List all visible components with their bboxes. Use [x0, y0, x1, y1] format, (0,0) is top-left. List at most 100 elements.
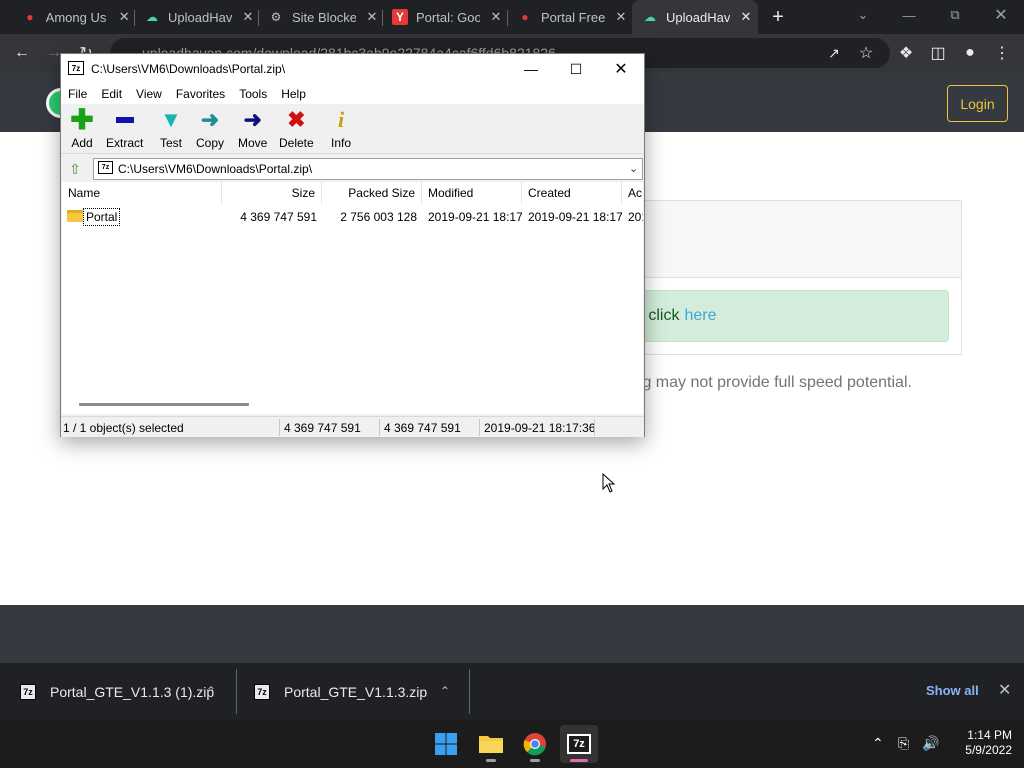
move-button[interactable]: ➜ Move [238, 108, 268, 151]
windows-taskbar [0, 720, 1024, 768]
share-button[interactable]: ↗ [820, 39, 848, 67]
close-icon: ✕ [994, 7, 1008, 24]
tab-title: Among Us [45, 9, 107, 25]
chrome-taskbar-button[interactable] [516, 725, 554, 763]
extract-button[interactable]: Extract [106, 108, 143, 150]
browser-tab-portal-free[interactable]: ● Portal Free ✕ [511, 0, 629, 34]
menu-tools[interactable]: Tools [232, 87, 274, 101]
download-item-2[interactable]: 7z Portal_GTE_V1.1.3.zip [254, 663, 469, 720]
test-label: Test [159, 136, 182, 150]
move-label: Move [238, 136, 268, 150]
tab-title: Site Blocked [292, 9, 356, 25]
extract-icon [112, 108, 138, 132]
bookmark-button[interactable]: ☆ [852, 39, 880, 67]
close-icon[interactable]: ✕ [738, 9, 754, 25]
menu-edit[interactable]: Edit [94, 87, 129, 101]
sevenzip-titlebar[interactable]: 7z C:\Users\VM6\Downloads\Portal.zip\ — … [61, 54, 644, 84]
menu-favorites[interactable]: Favorites [169, 87, 232, 101]
chevron-up-icon[interactable]: ⌃ [206, 684, 216, 698]
chevron-down-icon[interactable]: ⌄ [629, 162, 638, 175]
close-download-bar-icon[interactable]: ✕ [998, 680, 1011, 700]
column-header-size[interactable]: Size [222, 182, 322, 204]
extensions-button[interactable]: ❖ [892, 39, 920, 67]
among-us-red-icon: ● [521, 10, 529, 24]
login-label: Login [960, 95, 995, 112]
download-bar: 7z Portal_GTE_V1.1.3 (1).zip ⌃ 7z Portal… [0, 663, 1024, 720]
copy-button[interactable]: ➜ Copy [196, 108, 225, 151]
tab-title: UploadHaven [666, 9, 730, 25]
column-header-created[interactable]: Created [522, 182, 622, 204]
uploadhaven-cloud-icon: ☁ [146, 10, 158, 24]
column-header-name[interactable]: Name [62, 182, 222, 204]
folder-icon [67, 210, 83, 222]
close-icon[interactable]: ✕ [240, 9, 256, 25]
chevron-up-icon[interactable]: ⌃ [440, 684, 450, 698]
menu-view[interactable]: View [129, 87, 169, 101]
extract-label: Extract [106, 136, 144, 150]
windows-start-button[interactable] [427, 725, 465, 763]
close-icon[interactable]: ✕ [364, 9, 380, 25]
column-header-packed-size[interactable]: Packed Size [322, 182, 422, 204]
file-explorer-taskbar-button[interactable] [472, 725, 510, 763]
sevenzip-close-button[interactable]: ✕ [598, 54, 644, 84]
column-header-accessed[interactable]: Ac [622, 182, 643, 204]
taskbar-active-indicator [570, 759, 588, 762]
folder-up-icon[interactable]: ⇧ [65, 159, 85, 179]
download-card-header [600, 200, 962, 278]
file-modified: 2019-09-21 18:17 [428, 210, 522, 224]
scrollbar-thumb[interactable] [79, 403, 249, 406]
menu-button[interactable]: ⋮ [988, 39, 1016, 67]
close-icon: ✕ [614, 61, 628, 78]
new-tab-button[interactable]: + [764, 0, 792, 34]
kebab-menu-icon: ⋮ [994, 45, 1010, 62]
delete-button[interactable]: ✖ Delete [279, 108, 314, 151]
sevenzip-minimize-button[interactable]: — [508, 54, 554, 84]
download-alert: t, click here [630, 290, 949, 342]
column-header-modified[interactable]: Modified [422, 182, 522, 204]
volume-icon[interactable]: 🔊 [922, 735, 939, 752]
info-icon: i [337, 107, 345, 132]
browser-tab-site-blocked[interactable]: ⚙ Site Blocked ✕ [262, 0, 380, 34]
close-icon[interactable]: ✕ [613, 9, 629, 25]
info-button[interactable]: i Info [328, 107, 354, 151]
close-icon[interactable]: ✕ [116, 9, 132, 25]
download-item-1[interactable]: 7z Portal_GTE_V1.1.3 (1).zip [20, 663, 235, 720]
browser-restore-button[interactable]: ⧉ [932, 0, 978, 30]
network-icon[interactable]: ⎘ [898, 735, 909, 752]
profile-button[interactable]: ● [956, 39, 984, 67]
star-icon: ☆ [858, 45, 874, 62]
side-panel-button[interactable]: ◫ [924, 39, 952, 67]
copy-label: Copy [196, 136, 225, 150]
menu-help[interactable]: Help [274, 87, 313, 101]
sevenzip-title: C:\Users\VM6\Downloads\Portal.zip\ [91, 62, 286, 76]
close-icon[interactable]: ✕ [488, 9, 504, 25]
status-packed: 4 369 747 591 [384, 421, 461, 435]
browser-minimize-button[interactable]: — [886, 0, 932, 30]
file-packed-size: 2 756 003 128 [340, 210, 417, 224]
alert-here-link[interactable]: here [684, 307, 716, 325]
back-button[interactable]: ← [8, 39, 36, 67]
add-button[interactable]: ✚ Add [69, 106, 95, 151]
sevenzip-maximize-button[interactable]: ☐ [553, 54, 599, 84]
test-button[interactable]: ▼ Test [158, 108, 184, 151]
browser-tab-portal-goo[interactable]: Y Portal: Goo ✕ [386, 0, 504, 34]
login-button[interactable]: Login [947, 85, 1008, 122]
sevenzip-taskbar-button[interactable]: 7z [560, 725, 598, 763]
restore-icon: ⧉ [950, 7, 960, 22]
browser-tab-uploadhaven-1[interactable]: ☁ UploadHaven ✕ [138, 0, 256, 34]
uploadhaven-cloud-icon: ☁ [644, 10, 656, 24]
show-all-downloads-link[interactable]: Show all [926, 683, 979, 698]
clock-date: 5/9/2022 [965, 743, 1012, 757]
show-hidden-icons-chevron-icon[interactable]: ⌃ [872, 735, 884, 752]
taskbar-clock[interactable]: 1:14 PM 5/9/2022 [946, 728, 1012, 758]
browser-close-button[interactable]: ✕ [978, 0, 1024, 30]
info-label: Info [330, 136, 351, 150]
status-selection: 1 / 1 object(s) selected [63, 421, 184, 435]
menu-file[interactable]: File [61, 87, 94, 101]
browser-tab-uploadhaven-active[interactable]: ☁ UploadHaven ✕ [632, 0, 758, 34]
browser-tab-among-us[interactable]: ● Among Us ✕ [14, 0, 132, 34]
sevenzip-address-bar[interactable]: C:\Users\VM6\Downloads\Portal.zip\ [93, 158, 643, 180]
file-name[interactable]: Portal [83, 208, 121, 226]
tab-search-button[interactable]: ⌄ [840, 0, 886, 30]
profile-icon: ● [965, 44, 975, 61]
